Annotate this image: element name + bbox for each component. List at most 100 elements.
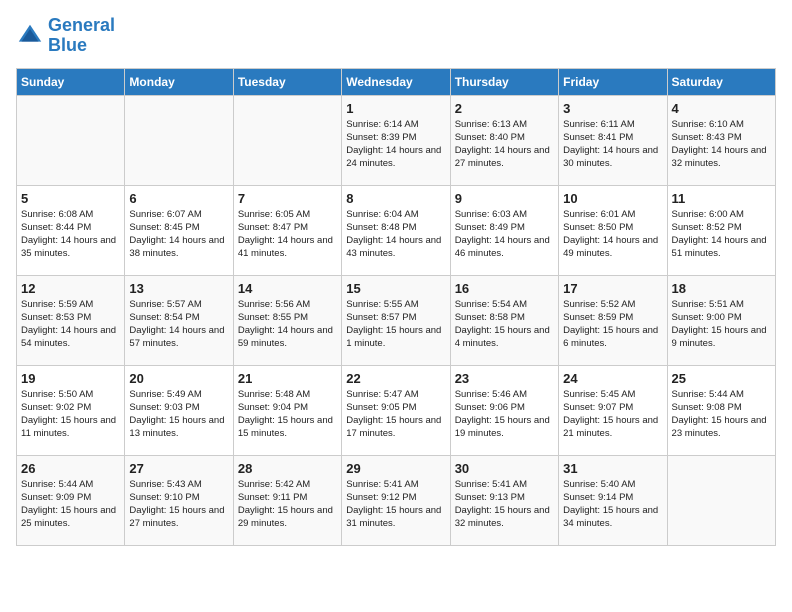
cell-info: Sunrise: 5:50 AM Sunset: 9:02 PM Dayligh… [21, 388, 120, 441]
date-number: 23 [455, 371, 554, 386]
week-row-5: 26Sunrise: 5:44 AM Sunset: 9:09 PM Dayli… [17, 455, 776, 545]
cell-info: Sunrise: 5:47 AM Sunset: 9:05 PM Dayligh… [346, 388, 445, 441]
logo-text: General Blue [48, 16, 115, 56]
calendar-cell: 8 Sunrise: 6:04 AM Sunset: 8:48 PM Daylig… [342, 185, 450, 275]
calendar-cell: 9 Sunrise: 6:03 AM Sunset: 8:49 PM Daylig… [450, 185, 558, 275]
logo-icon [16, 22, 44, 50]
cell-info: Sunrise: 5:54 AM Sunset: 8:58 PM Dayligh… [455, 298, 554, 351]
calendar-cell: 31 Sunrise: 5:40 AM Sunset: 9:14 PM Dayli… [559, 455, 667, 545]
cell-info: Sunrise: 6:10 AM Sunset: 8:43 PM Dayligh… [672, 118, 771, 171]
date-number: 7 [238, 191, 337, 206]
cell-info: Sunrise: 5:46 AM Sunset: 9:06 PM Dayligh… [455, 388, 554, 441]
cell-info: Sunrise: 6:03 AM Sunset: 8:49 PM Dayligh… [455, 208, 554, 261]
calendar-cell: 7 Sunrise: 6:05 AM Sunset: 8:47 PM Daylig… [233, 185, 341, 275]
date-number: 28 [238, 461, 337, 476]
page-header: General Blue [16, 16, 776, 56]
calendar-cell [667, 455, 775, 545]
date-number: 3 [563, 101, 662, 116]
calendar-cell: 26Sunrise: 5:44 AM Sunset: 9:09 PM Dayli… [17, 455, 125, 545]
date-number: 5 [21, 191, 120, 206]
day-header-saturday: Saturday [667, 68, 775, 95]
date-number: 14 [238, 281, 337, 296]
cell-info: Sunrise: 5:52 AM Sunset: 8:59 PM Dayligh… [563, 298, 662, 351]
header-row: SundayMondayTuesdayWednesdayThursdayFrid… [17, 68, 776, 95]
cell-info: Sunrise: 5:43 AM Sunset: 9:10 PM Dayligh… [129, 478, 228, 531]
date-number: 1 [346, 101, 445, 116]
calendar-cell: 15 Sunrise: 5:55 AM Sunset: 8:57 PM Dayli… [342, 275, 450, 365]
calendar-cell: 10Sunrise: 6:01 AM Sunset: 8:50 PM Dayli… [559, 185, 667, 275]
cell-info: Sunrise: 5:49 AM Sunset: 9:03 PM Dayligh… [129, 388, 228, 441]
calendar-cell: 29Sunrise: 5:41 AM Sunset: 9:12 PM Dayli… [342, 455, 450, 545]
date-number: 10 [563, 191, 662, 206]
cell-info: Sunrise: 6:14 AM Sunset: 8:39 PM Dayligh… [346, 118, 445, 171]
date-number: 30 [455, 461, 554, 476]
calendar-cell: 22 Sunrise: 5:47 AM Sunset: 9:05 PM Dayli… [342, 365, 450, 455]
day-header-monday: Monday [125, 68, 233, 95]
cell-info: Sunrise: 6:08 AM Sunset: 8:44 PM Dayligh… [21, 208, 120, 261]
calendar-cell: 16 Sunrise: 5:54 AM Sunset: 8:58 PM Dayli… [450, 275, 558, 365]
cell-info: Sunrise: 5:40 AM Sunset: 9:14 PM Dayligh… [563, 478, 662, 531]
date-number: 19 [21, 371, 120, 386]
date-number: 13 [129, 281, 228, 296]
calendar-cell: 20Sunrise: 5:49 AM Sunset: 9:03 PM Dayli… [125, 365, 233, 455]
date-number: 17 [563, 281, 662, 296]
calendar-cell: 5 Sunrise: 6:08 AM Sunset: 8:44 PM Daylig… [17, 185, 125, 275]
date-number: 21 [238, 371, 337, 386]
week-row-1: 1 Sunrise: 6:14 AM Sunset: 8:39 PM Daylig… [17, 95, 776, 185]
calendar-cell: 1 Sunrise: 6:14 AM Sunset: 8:39 PM Daylig… [342, 95, 450, 185]
calendar-cell: 19 Sunrise: 5:50 AM Sunset: 9:02 PM Dayli… [17, 365, 125, 455]
calendar-cell: 11 Sunrise: 6:00 AM Sunset: 8:52 PM Dayli… [667, 185, 775, 275]
date-number: 9 [455, 191, 554, 206]
date-number: 24 [563, 371, 662, 386]
cell-info: Sunrise: 5:44 AM Sunset: 9:09 PM Dayligh… [21, 478, 120, 531]
day-header-friday: Friday [559, 68, 667, 95]
calendar-cell: 4 Sunrise: 6:10 AM Sunset: 8:43 PM Daylig… [667, 95, 775, 185]
date-number: 2 [455, 101, 554, 116]
date-number: 27 [129, 461, 228, 476]
calendar-cell: 30 Sunrise: 5:41 AM Sunset: 9:13 PM Dayli… [450, 455, 558, 545]
date-number: 31 [563, 461, 662, 476]
cell-info: Sunrise: 6:04 AM Sunset: 8:48 PM Dayligh… [346, 208, 445, 261]
cell-info: Sunrise: 5:41 AM Sunset: 9:13 PM Dayligh… [455, 478, 554, 531]
date-number: 4 [672, 101, 771, 116]
cell-info: Sunrise: 5:55 AM Sunset: 8:57 PM Dayligh… [346, 298, 445, 351]
date-number: 15 [346, 281, 445, 296]
date-number: 25 [672, 371, 771, 386]
day-header-tuesday: Tuesday [233, 68, 341, 95]
calendar-cell [233, 95, 341, 185]
date-number: 8 [346, 191, 445, 206]
date-number: 18 [672, 281, 771, 296]
calendar-cell: 12 Sunrise: 5:59 AM Sunset: 8:53 PM Dayli… [17, 275, 125, 365]
cell-info: Sunrise: 5:51 AM Sunset: 9:00 PM Dayligh… [672, 298, 771, 351]
calendar-cell [17, 95, 125, 185]
calendar-cell: 18 Sunrise: 5:51 AM Sunset: 9:00 PM Dayli… [667, 275, 775, 365]
calendar-cell: 24Sunrise: 5:45 AM Sunset: 9:07 PM Dayli… [559, 365, 667, 455]
day-header-wednesday: Wednesday [342, 68, 450, 95]
calendar-cell [125, 95, 233, 185]
cell-info: Sunrise: 5:56 AM Sunset: 8:55 PM Dayligh… [238, 298, 337, 351]
cell-info: Sunrise: 5:59 AM Sunset: 8:53 PM Dayligh… [21, 298, 120, 351]
cell-info: Sunrise: 6:13 AM Sunset: 8:40 PM Dayligh… [455, 118, 554, 171]
date-number: 22 [346, 371, 445, 386]
calendar-cell: 21 Sunrise: 5:48 AM Sunset: 9:04 PM Dayli… [233, 365, 341, 455]
cell-info: Sunrise: 6:05 AM Sunset: 8:47 PM Dayligh… [238, 208, 337, 261]
cell-info: Sunrise: 5:42 AM Sunset: 9:11 PM Dayligh… [238, 478, 337, 531]
date-number: 11 [672, 191, 771, 206]
week-row-3: 12 Sunrise: 5:59 AM Sunset: 8:53 PM Dayli… [17, 275, 776, 365]
cell-info: Sunrise: 6:00 AM Sunset: 8:52 PM Dayligh… [672, 208, 771, 261]
cell-info: Sunrise: 5:41 AM Sunset: 9:12 PM Dayligh… [346, 478, 445, 531]
cell-info: Sunrise: 6:07 AM Sunset: 8:45 PM Dayligh… [129, 208, 228, 261]
calendar-cell: 6 Sunrise: 6:07 AM Sunset: 8:45 PM Daylig… [125, 185, 233, 275]
week-row-2: 5 Sunrise: 6:08 AM Sunset: 8:44 PM Daylig… [17, 185, 776, 275]
cell-info: Sunrise: 5:48 AM Sunset: 9:04 PM Dayligh… [238, 388, 337, 441]
date-number: 16 [455, 281, 554, 296]
day-header-thursday: Thursday [450, 68, 558, 95]
date-number: 6 [129, 191, 228, 206]
week-row-4: 19 Sunrise: 5:50 AM Sunset: 9:02 PM Dayli… [17, 365, 776, 455]
calendar-cell: 13Sunrise: 5:57 AM Sunset: 8:54 PM Dayli… [125, 275, 233, 365]
calendar-cell: 27 Sunrise: 5:43 AM Sunset: 9:10 PM Dayli… [125, 455, 233, 545]
cell-info: Sunrise: 6:11 AM Sunset: 8:41 PM Dayligh… [563, 118, 662, 171]
calendar-cell: 25Sunrise: 5:44 AM Sunset: 9:08 PM Dayli… [667, 365, 775, 455]
date-number: 12 [21, 281, 120, 296]
day-header-sunday: Sunday [17, 68, 125, 95]
